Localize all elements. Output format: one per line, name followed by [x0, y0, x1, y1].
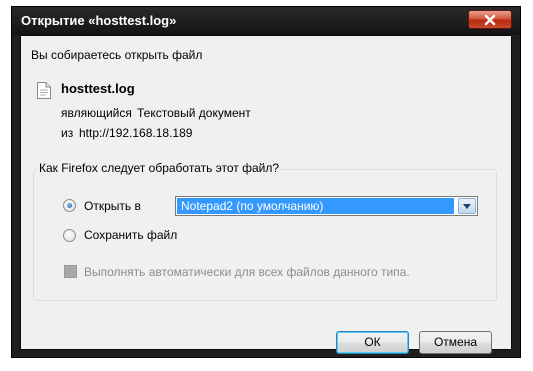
close-icon — [484, 14, 496, 25]
save-file-radio[interactable] — [63, 229, 76, 242]
intro-text: Вы собираетесь открыть файл — [31, 48, 203, 62]
file-type-prefix: являющийся — [61, 106, 132, 120]
ok-button[interactable]: ОК — [336, 331, 409, 354]
application-select-value: Notepad2 (по умолчанию) — [177, 198, 454, 214]
open-file-dialog: Открытие «hosttest.log» Вы собираетесь о… — [11, 6, 521, 358]
action-question: Как Firefox следует обработать этот файл… — [37, 161, 282, 175]
source-url: http://192.168.18.189 — [79, 126, 193, 140]
radio-selected-dot — [67, 203, 72, 208]
chevron-down-icon — [463, 203, 471, 209]
application-select[interactable]: Notepad2 (по умолчанию) — [175, 196, 478, 216]
save-file-label[interactable]: Сохранить файл — [84, 228, 177, 242]
source-prefix: из — [61, 126, 74, 140]
dialog-body: Вы собираетесь открыть файл hosttest.log… — [20, 35, 512, 354]
open-with-label[interactable]: Открыть в — [84, 199, 141, 213]
auto-action-label: Выполнять автоматически для всех файлов … — [84, 265, 410, 279]
title-bar[interactable]: Открытие «hosttest.log» — [12, 7, 520, 35]
cancel-button[interactable]: Отмена — [419, 331, 492, 354]
text-file-icon — [37, 82, 51, 102]
open-with-radio[interactable] — [63, 199, 76, 212]
auto-action-checkbox[interactable] — [64, 265, 77, 278]
file-type: Текстовый документ — [137, 106, 251, 120]
file-name: hosttest.log — [61, 81, 135, 96]
close-button[interactable] — [468, 10, 512, 29]
select-dropdown-button[interactable] — [458, 198, 476, 214]
dialog-title: Открытие «hosttest.log» — [21, 13, 177, 28]
